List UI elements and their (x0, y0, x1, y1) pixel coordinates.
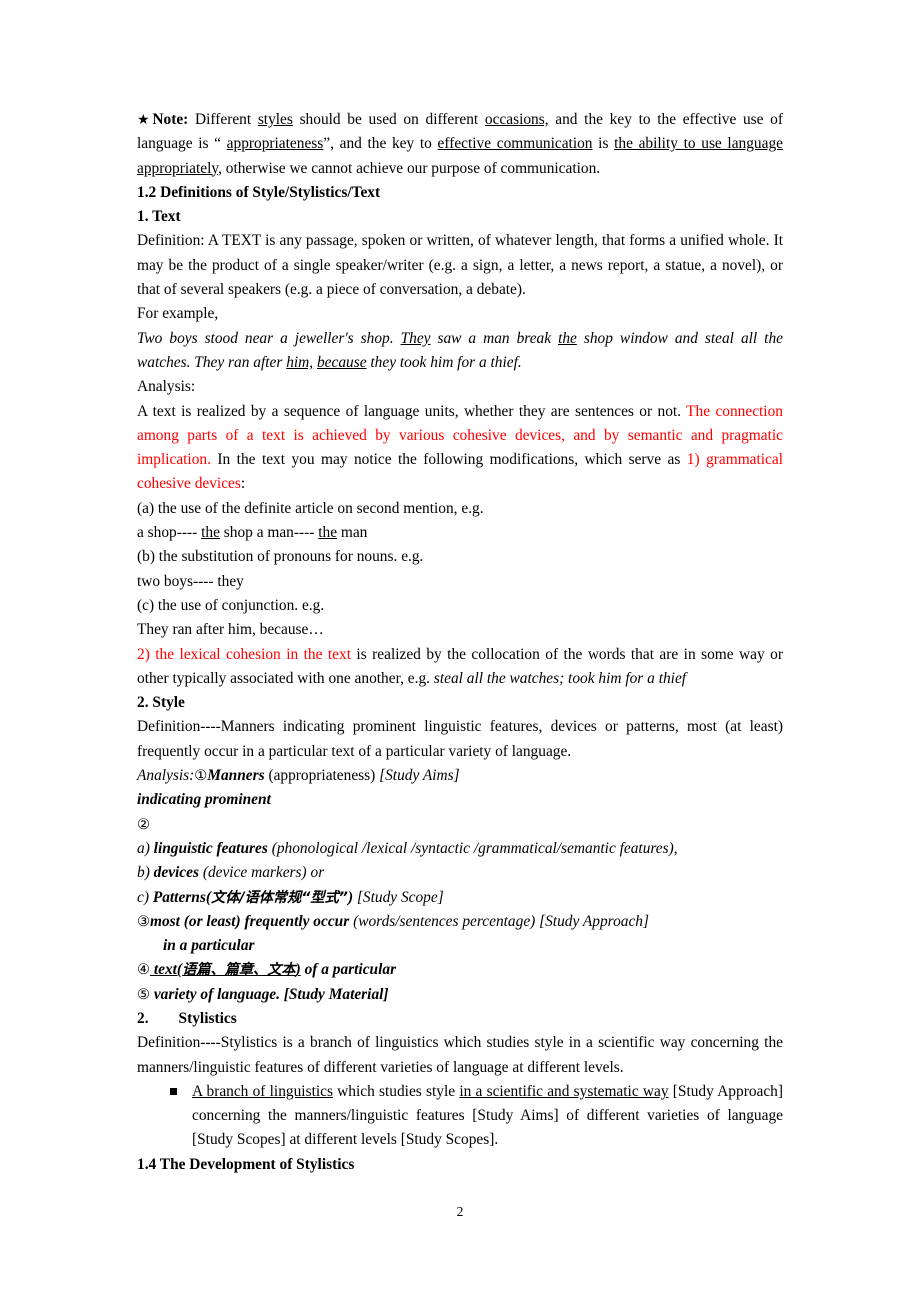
lexical-italic-example: steal all the watches; took him for a th… (433, 669, 687, 687)
example-underline-the: the (558, 329, 577, 347)
circled-five-icon: ⑤ (137, 986, 150, 1003)
analysis-line-c: c) Patterns(文体/语体常规“型式”) [Study Scope] (137, 886, 783, 910)
shop-seg2: shop a man---- (219, 524, 319, 542)
note-seg5: is (592, 135, 615, 153)
text-chinese-underline: 语篇、篇章、文本 (182, 962, 296, 979)
analysis-line-a: a) linguistic features (phonological /le… (137, 837, 783, 861)
heading-1-text: 1. Text (137, 208, 181, 226)
analysis-line-5-item: ⑤ variety of language. [Study Material] (137, 983, 783, 1007)
analysis-line-3-item: ③most (or least) frequently occur (words… (137, 910, 783, 934)
linguistic-features-bold: linguistic features (153, 839, 268, 857)
heading-stylistics-number: 2. (137, 1009, 149, 1027)
text-bold-underline: text( (150, 961, 183, 979)
manners-paren: (appropriateness) (264, 767, 380, 785)
document-body: ★Note: Different styles should be used o… (137, 108, 783, 1177)
label-a: a) (137, 839, 154, 857)
shop-underline-the-1: the (201, 524, 220, 542)
heading-1-2: 1.2 Definitions of Style/Stylistics/Text (137, 183, 381, 201)
they-ran-line: They ran after him, because… (137, 621, 324, 639)
shop-underline-the-2: the (318, 524, 338, 542)
item-b: (b) the substitution of pronouns for nou… (137, 548, 424, 566)
note-underline-effective-communication: effective communication (437, 135, 593, 153)
analysis-line-4-item: ④ text(语篇、篇章、文本) of a particular (137, 958, 783, 982)
of-a-particular: of a particular (300, 961, 397, 979)
example-seg5: they took him for a thief. (366, 353, 522, 371)
analysis-line-b: b) devices (device markers) or (137, 861, 783, 885)
circled-one-icon: ① (194, 768, 208, 785)
document-page: ★Note: Different styles should be used o… (0, 0, 920, 1302)
style-definition: Definition----Manners indicating promine… (137, 718, 783, 760)
note-seg1: Different (188, 111, 258, 128)
circled-four-icon: ④ (137, 962, 150, 979)
stylistics-bullet-item: A branch of linguistics which studies st… (137, 1080, 783, 1153)
analysis-line-in-a-particular: in a particular (163, 937, 255, 955)
patterns-chinese: 文体/语体常规“型式” (210, 889, 348, 906)
example-underline-him: him, (286, 353, 314, 371)
note-seg2: should be used on different (292, 111, 485, 128)
frequently-occur-rest: (words/sentences percentage) (349, 912, 540, 930)
item-a: (a) the use of the definite article on s… (137, 499, 484, 517)
stylistics-definition: Definition----Stylistics is a branch of … (137, 1034, 783, 1076)
page-number: 2 (456, 1204, 464, 1219)
circled-two-icon: ② (137, 816, 150, 833)
bullet-text: A branch of linguistics which studies st… (192, 1080, 783, 1153)
for-example-label: For example, (137, 305, 219, 323)
variety-of-language: variety of language. [Study Material] (150, 985, 389, 1003)
analysis-word: Analysis: (137, 767, 195, 785)
analysis-line-1: Analysis:①Manners (appropriateness) [Stu… (137, 764, 783, 788)
shop-seg3: man (337, 524, 368, 542)
example-seg1: Two boys stood near a jeweller's shop. (137, 329, 401, 347)
devices-bold: devices (153, 864, 199, 882)
label-b: b) (137, 864, 154, 882)
note-seg6: , otherwise we cannot achieve our purpos… (218, 159, 601, 177)
note-seg4: ”, and the key to (323, 135, 438, 153)
heading-stylistics-label: Stylistics (178, 1009, 237, 1027)
note-underline-occasions: occasions, (484, 111, 549, 128)
example-passage: Two boys stood near a jeweller's shop. T… (137, 327, 783, 376)
analysis-line-3: ② (137, 813, 783, 837)
analysis-line-2: indicating prominent (137, 791, 271, 809)
devices-rest: (device markers) or (198, 864, 325, 882)
note-label: Note: (152, 111, 189, 128)
note-underline-appropriateness: appropriateness (226, 135, 324, 153)
analysis-paragraph: A text is realized by a sequence of lang… (137, 400, 783, 497)
note-paragraph: ★Note: Different styles should be used o… (137, 108, 783, 181)
heading-1-4: 1.4 The Development of Stylistics (137, 1155, 355, 1173)
bullet-underline-branch: A branch of linguistics (192, 1082, 333, 1100)
example-seg2: saw a man break (430, 329, 559, 347)
study-approach-tag: [Study Approach] (539, 912, 649, 930)
shop-seg1: a shop---- (137, 524, 202, 542)
bullet-underline-scientific: in a scientific and systematic way (459, 1082, 669, 1100)
label-c: c) (137, 888, 153, 906)
study-scope-tag: [Study Scope] (353, 888, 444, 906)
text-definition: Definition: A TEXT is any passage, spoke… (137, 232, 783, 299)
shop-example-line: a shop---- the shop a man---- the man (137, 521, 783, 545)
linguistic-features-rest: (phonological /lexical /syntactic /gramm… (267, 839, 678, 857)
frequently-occur-bold: most (or least) frequently occur (150, 912, 350, 930)
analysis-black-3: : (240, 475, 246, 493)
example-underline-because: because (316, 353, 367, 371)
analysis-black-1: A text is realized by a sequence of lang… (137, 402, 687, 420)
example-underline-they: They (400, 329, 431, 347)
heading-2-stylistics: 2. Stylistics (137, 1007, 783, 1031)
lexical-cohesion-paragraph: 2) the lexical cohesion in the text is r… (137, 643, 783, 692)
lexical-red: 2) the lexical cohesion in the text (137, 645, 351, 663)
star-icon: ★ (137, 112, 153, 128)
analysis-black-2: In the text you may notice the following… (210, 451, 687, 469)
square-bullet-icon (170, 1087, 177, 1095)
circled-three-icon: ③ (137, 913, 150, 930)
study-aims-tag: [Study Aims] (379, 767, 460, 785)
analysis-label: Analysis: (137, 378, 196, 396)
two-boys-line: two boys---- they (137, 572, 244, 590)
item-c: (c) the use of conjunction. e.g. (137, 596, 325, 614)
patterns-bold: Patterns( (152, 888, 211, 906)
heading-2-style: 2. Style (137, 694, 185, 712)
manners-bold: Manners (207, 767, 265, 785)
note-underline-styles: styles (257, 111, 293, 128)
bullet-seg1: which studies style (332, 1082, 460, 1100)
